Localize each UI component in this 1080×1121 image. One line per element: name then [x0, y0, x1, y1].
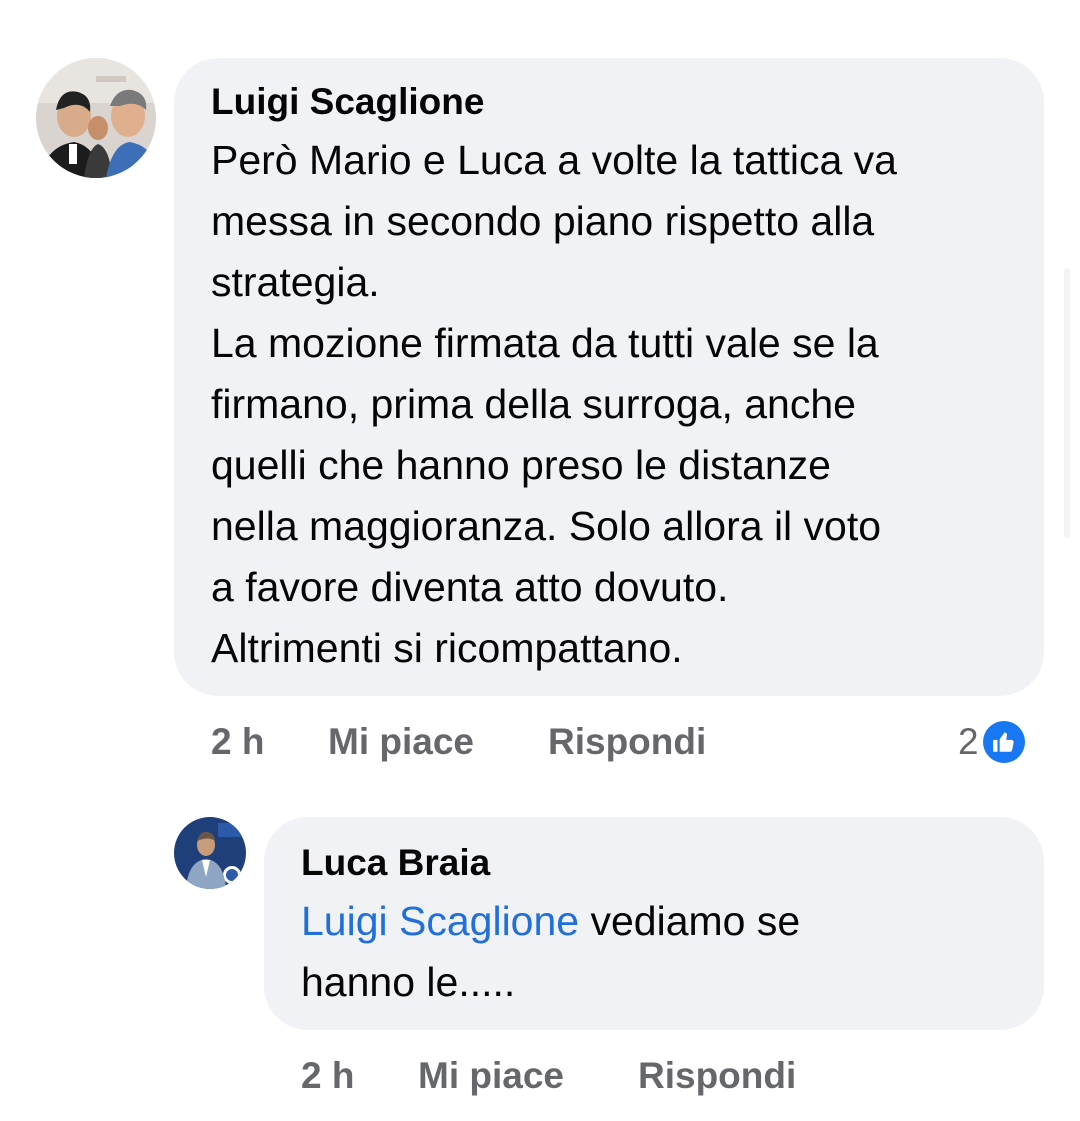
reply-text: Luigi Scaglione vediamo se hanno le.....	[301, 891, 800, 1013]
comment-text-line: firmano, prima della surroga, anche	[211, 381, 856, 427]
comment-text-line: Però Mario e Luca a volte la tattica va	[211, 137, 897, 183]
comment-text-line: strategia.	[211, 259, 380, 305]
reply-text-line: hanno le.....	[301, 959, 516, 1005]
reply-text-fragment: vediamo se	[579, 898, 801, 944]
reply-like-button[interactable]: Mi piace	[418, 1051, 564, 1101]
comment-text-line: nella maggioranza. Solo allora il voto	[211, 503, 882, 549]
thumbs-up-icon	[982, 721, 1025, 763]
comment-reactions[interactable]: 2	[958, 717, 1025, 767]
scrollbar[interactable]	[1064, 268, 1070, 538]
profile-photo-avatar-image	[174, 817, 246, 889]
mention-link[interactable]: Luigi Scaglione	[301, 898, 579, 944]
comment-author-name[interactable]: Luigi Scaglione	[211, 80, 484, 124]
comment-timestamp[interactable]: 2 h	[211, 717, 264, 767]
comment-bubble: Luigi Scaglione Però Mario e Luca a volt…	[174, 58, 1044, 696]
comment-reply-button[interactable]: Rispondi	[548, 717, 706, 767]
comment-author-avatar[interactable]	[36, 58, 156, 178]
reply-reply-button[interactable]: Rispondi	[638, 1051, 796, 1101]
group-photo-avatar-image	[36, 58, 156, 178]
reply-bubble: Luca Braia Luigi Scaglione vediamo se ha…	[264, 817, 1044, 1030]
comment-text-line: Altrimenti si ricompattano.	[211, 625, 683, 671]
comment-text-line: La mozione firmata da tutti vale se la	[211, 320, 879, 366]
reply-text-line: Luigi Scaglione vediamo se	[301, 891, 800, 952]
reply-author-name[interactable]: Luca Braia	[301, 841, 490, 885]
comment-actions: 2 h Mi piace Rispondi	[0, 717, 1080, 767]
reply-author-avatar[interactable]	[174, 817, 246, 889]
comment-text-line: a favore diventa atto dovuto.	[211, 564, 729, 610]
reaction-count: 2	[958, 721, 979, 762]
comment-text-line: quelli che hanno preso le distanze	[211, 442, 831, 488]
comment-like-button[interactable]: Mi piace	[328, 717, 474, 767]
comment-text-line: messa in secondo piano rispetto alla	[211, 198, 875, 244]
reply-actions: 2 h Mi piace Rispondi	[0, 1051, 1080, 1101]
comment-text: Però Mario e Luca a volte la tattica va …	[211, 130, 897, 679]
reply-timestamp[interactable]: 2 h	[301, 1051, 354, 1101]
